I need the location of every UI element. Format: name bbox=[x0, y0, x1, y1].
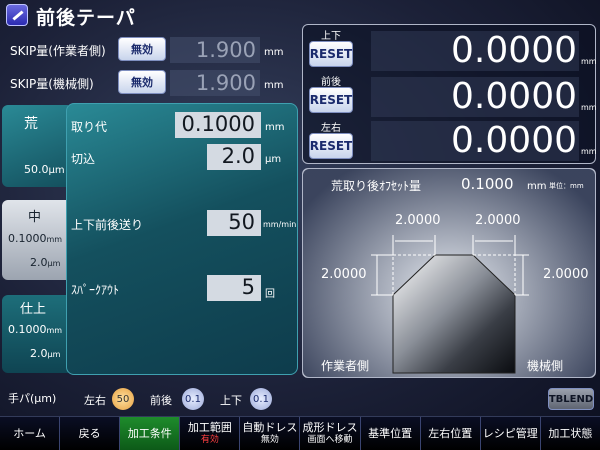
nav-machining-conditions-button[interactable]: 加工条件 bbox=[120, 417, 181, 450]
dim-right: 2.0000 bbox=[543, 267, 589, 282]
nav-form-dress-sub: 画面へ移動 bbox=[307, 434, 353, 445]
tab-medium-unit2: μm bbox=[47, 259, 61, 268]
nav-auto-dress-status: 無効 bbox=[260, 434, 279, 445]
cut-label: 切込 bbox=[71, 152, 96, 166]
handle-fb-button[interactable]: 0.1 bbox=[182, 388, 204, 410]
counter-lr-label: 左右 bbox=[321, 123, 341, 134]
conditions-panel: 取り代 0.1000 mm 切込 2.0 μm 上下前後送り 50 mm/min… bbox=[66, 103, 298, 375]
counter-ud-unit: mm bbox=[581, 57, 597, 66]
counter-lr-value: 0.0000 bbox=[371, 121, 579, 161]
pen-icon bbox=[12, 10, 24, 21]
tab-finish[interactable]: 仕上 0.1000mm 2.0μm bbox=[2, 295, 68, 373]
feed-unit: mm/min bbox=[263, 220, 297, 229]
allowance-input[interactable]: 0.1000 bbox=[175, 112, 261, 138]
counter-lr-reset-button[interactable]: RESET bbox=[309, 133, 353, 159]
nav-recipe-management-button[interactable]: レシピ管理 bbox=[481, 417, 541, 450]
spark-out-unit: 回 bbox=[265, 289, 275, 300]
dim-top-left: 2.0000 bbox=[395, 213, 441, 228]
handle-fb-label: 前後 bbox=[150, 394, 172, 407]
handle-label: 手パ(μm) bbox=[8, 392, 57, 405]
tab-rough-value: 50.0 bbox=[24, 163, 49, 176]
handle-ud-button[interactable]: 0.1 bbox=[250, 388, 272, 410]
dim-left: 2.0000 bbox=[321, 267, 367, 282]
tab-medium[interactable]: 中 0.1000mm 2.0μm bbox=[2, 200, 68, 280]
skip-machine-label: SKIP量(機械側) bbox=[10, 77, 94, 91]
counter-fb-label: 前後 bbox=[321, 77, 341, 88]
nav-home-button[interactable]: ホーム bbox=[0, 417, 61, 450]
nav-machining-status-label: 加工状態 bbox=[548, 426, 593, 440]
tab-finish-value1: 0.1000 bbox=[8, 323, 47, 336]
nav-reference-position-button[interactable]: 基準位置 bbox=[361, 417, 421, 450]
nav-machining-range-button[interactable]: 加工範囲 有効 bbox=[180, 417, 241, 450]
skip-machine-toggle-button[interactable]: 無効 bbox=[118, 70, 166, 94]
tab-rough-unit: μm bbox=[48, 165, 65, 176]
tblend-button[interactable]: TBLEND bbox=[548, 388, 594, 410]
skip-machine-unit: mm bbox=[264, 80, 284, 91]
skip-worker-toggle-button[interactable]: 無効 bbox=[118, 37, 166, 61]
allowance-label: 取り代 bbox=[71, 120, 108, 134]
skip-worker-value: 1.900 bbox=[170, 37, 260, 63]
tab-finish-unit2: μm bbox=[47, 350, 61, 359]
tab-finish-unit1: mm bbox=[46, 326, 63, 335]
nav-machining-range-label: 加工範囲 bbox=[187, 420, 232, 434]
tab-finish-label: 仕上 bbox=[20, 302, 47, 317]
tab-finish-value2: 2.0 bbox=[30, 347, 48, 360]
tab-medium-label: 中 bbox=[28, 210, 42, 225]
dim-top-right: 2.0000 bbox=[475, 213, 521, 228]
nav-form-dress-button[interactable]: 成形ドレス 画面へ移動 bbox=[300, 417, 361, 450]
cut-input[interactable]: 2.0 bbox=[207, 144, 261, 170]
feed-input[interactable]: 50 bbox=[207, 210, 261, 236]
spark-out-input[interactable]: 5 bbox=[207, 275, 261, 301]
counter-fb-reset-button[interactable]: RESET bbox=[309, 87, 353, 113]
nav-lr-position-label: 左右位置 bbox=[428, 426, 473, 440]
nav-machining-range-status: 有効 bbox=[200, 434, 219, 445]
app-icon bbox=[6, 4, 28, 26]
nav-back-button[interactable]: 戻る bbox=[60, 417, 121, 450]
nav-auto-dress-button[interactable]: 自動ドレス 無効 bbox=[240, 417, 301, 450]
tab-medium-value2: 2.0 bbox=[30, 256, 48, 269]
handle-ud-label: 上下 bbox=[220, 394, 242, 407]
handle-lr-label: 左右 bbox=[84, 394, 106, 407]
handle-lr-button[interactable]: 50 bbox=[112, 388, 134, 410]
tab-rough[interactable]: 荒 50.0μm bbox=[2, 105, 68, 187]
allowance-unit: mm bbox=[265, 122, 285, 133]
nav-form-dress-label: 成形ドレス bbox=[302, 420, 358, 434]
nav-lr-position-button[interactable]: 左右位置 bbox=[421, 417, 481, 450]
taper-diagram-panel: 荒取り後ｵﾌｾｯﾄ量 0.1000 mm 単位：mm 2.0000 2.0000… bbox=[302, 168, 596, 378]
tab-rough-label: 荒 bbox=[24, 116, 38, 132]
skip-worker-label: SKIP量(作業者側) bbox=[10, 44, 106, 58]
feed-label: 上下前後送り bbox=[71, 218, 144, 232]
counters-panel: 上下 RESET 0.0000 mm 前後 RESET 0.0000 mm 左右… bbox=[302, 24, 597, 164]
cut-unit: μm bbox=[265, 154, 282, 165]
nav-machining-conditions-label: 加工条件 bbox=[127, 426, 172, 440]
bottom-nav-bar: ホーム 戻る 加工条件 加工範囲 有効 自動ドレス 無効 成形ドレス 画面へ移動 基準… bbox=[0, 416, 600, 450]
skip-worker-unit: mm bbox=[264, 47, 284, 58]
skip-machine-value: 1.900 bbox=[170, 70, 260, 96]
tab-medium-value1: 0.1000 bbox=[8, 232, 47, 245]
tab-medium-unit1: mm bbox=[46, 235, 63, 244]
nav-machining-status-button[interactable]: 加工状態 bbox=[541, 417, 600, 450]
spark-out-label: ｽﾊﾟｰｸｱｳﾄ bbox=[71, 283, 120, 297]
counter-ud-label: 上下 bbox=[321, 31, 341, 42]
nav-reference-position-label: 基準位置 bbox=[368, 426, 413, 440]
nav-auto-dress-label: 自動ドレス bbox=[242, 420, 298, 434]
nav-home-label: ホーム bbox=[13, 426, 46, 440]
counter-ud-value: 0.0000 bbox=[371, 31, 579, 71]
counter-fb-value: 0.0000 bbox=[371, 77, 579, 117]
nav-back-label: 戻る bbox=[78, 426, 101, 440]
page-title: 前後テーパ bbox=[36, 7, 136, 29]
machine-side-label: 機械側 bbox=[527, 359, 564, 373]
counter-fb-unit: mm bbox=[581, 103, 597, 112]
worker-side-label: 作業者側 bbox=[321, 359, 370, 373]
counter-ud-reset-button[interactable]: RESET bbox=[309, 41, 353, 67]
nav-recipe-management-label: レシピ管理 bbox=[482, 426, 538, 440]
counter-lr-unit: mm bbox=[581, 147, 597, 156]
